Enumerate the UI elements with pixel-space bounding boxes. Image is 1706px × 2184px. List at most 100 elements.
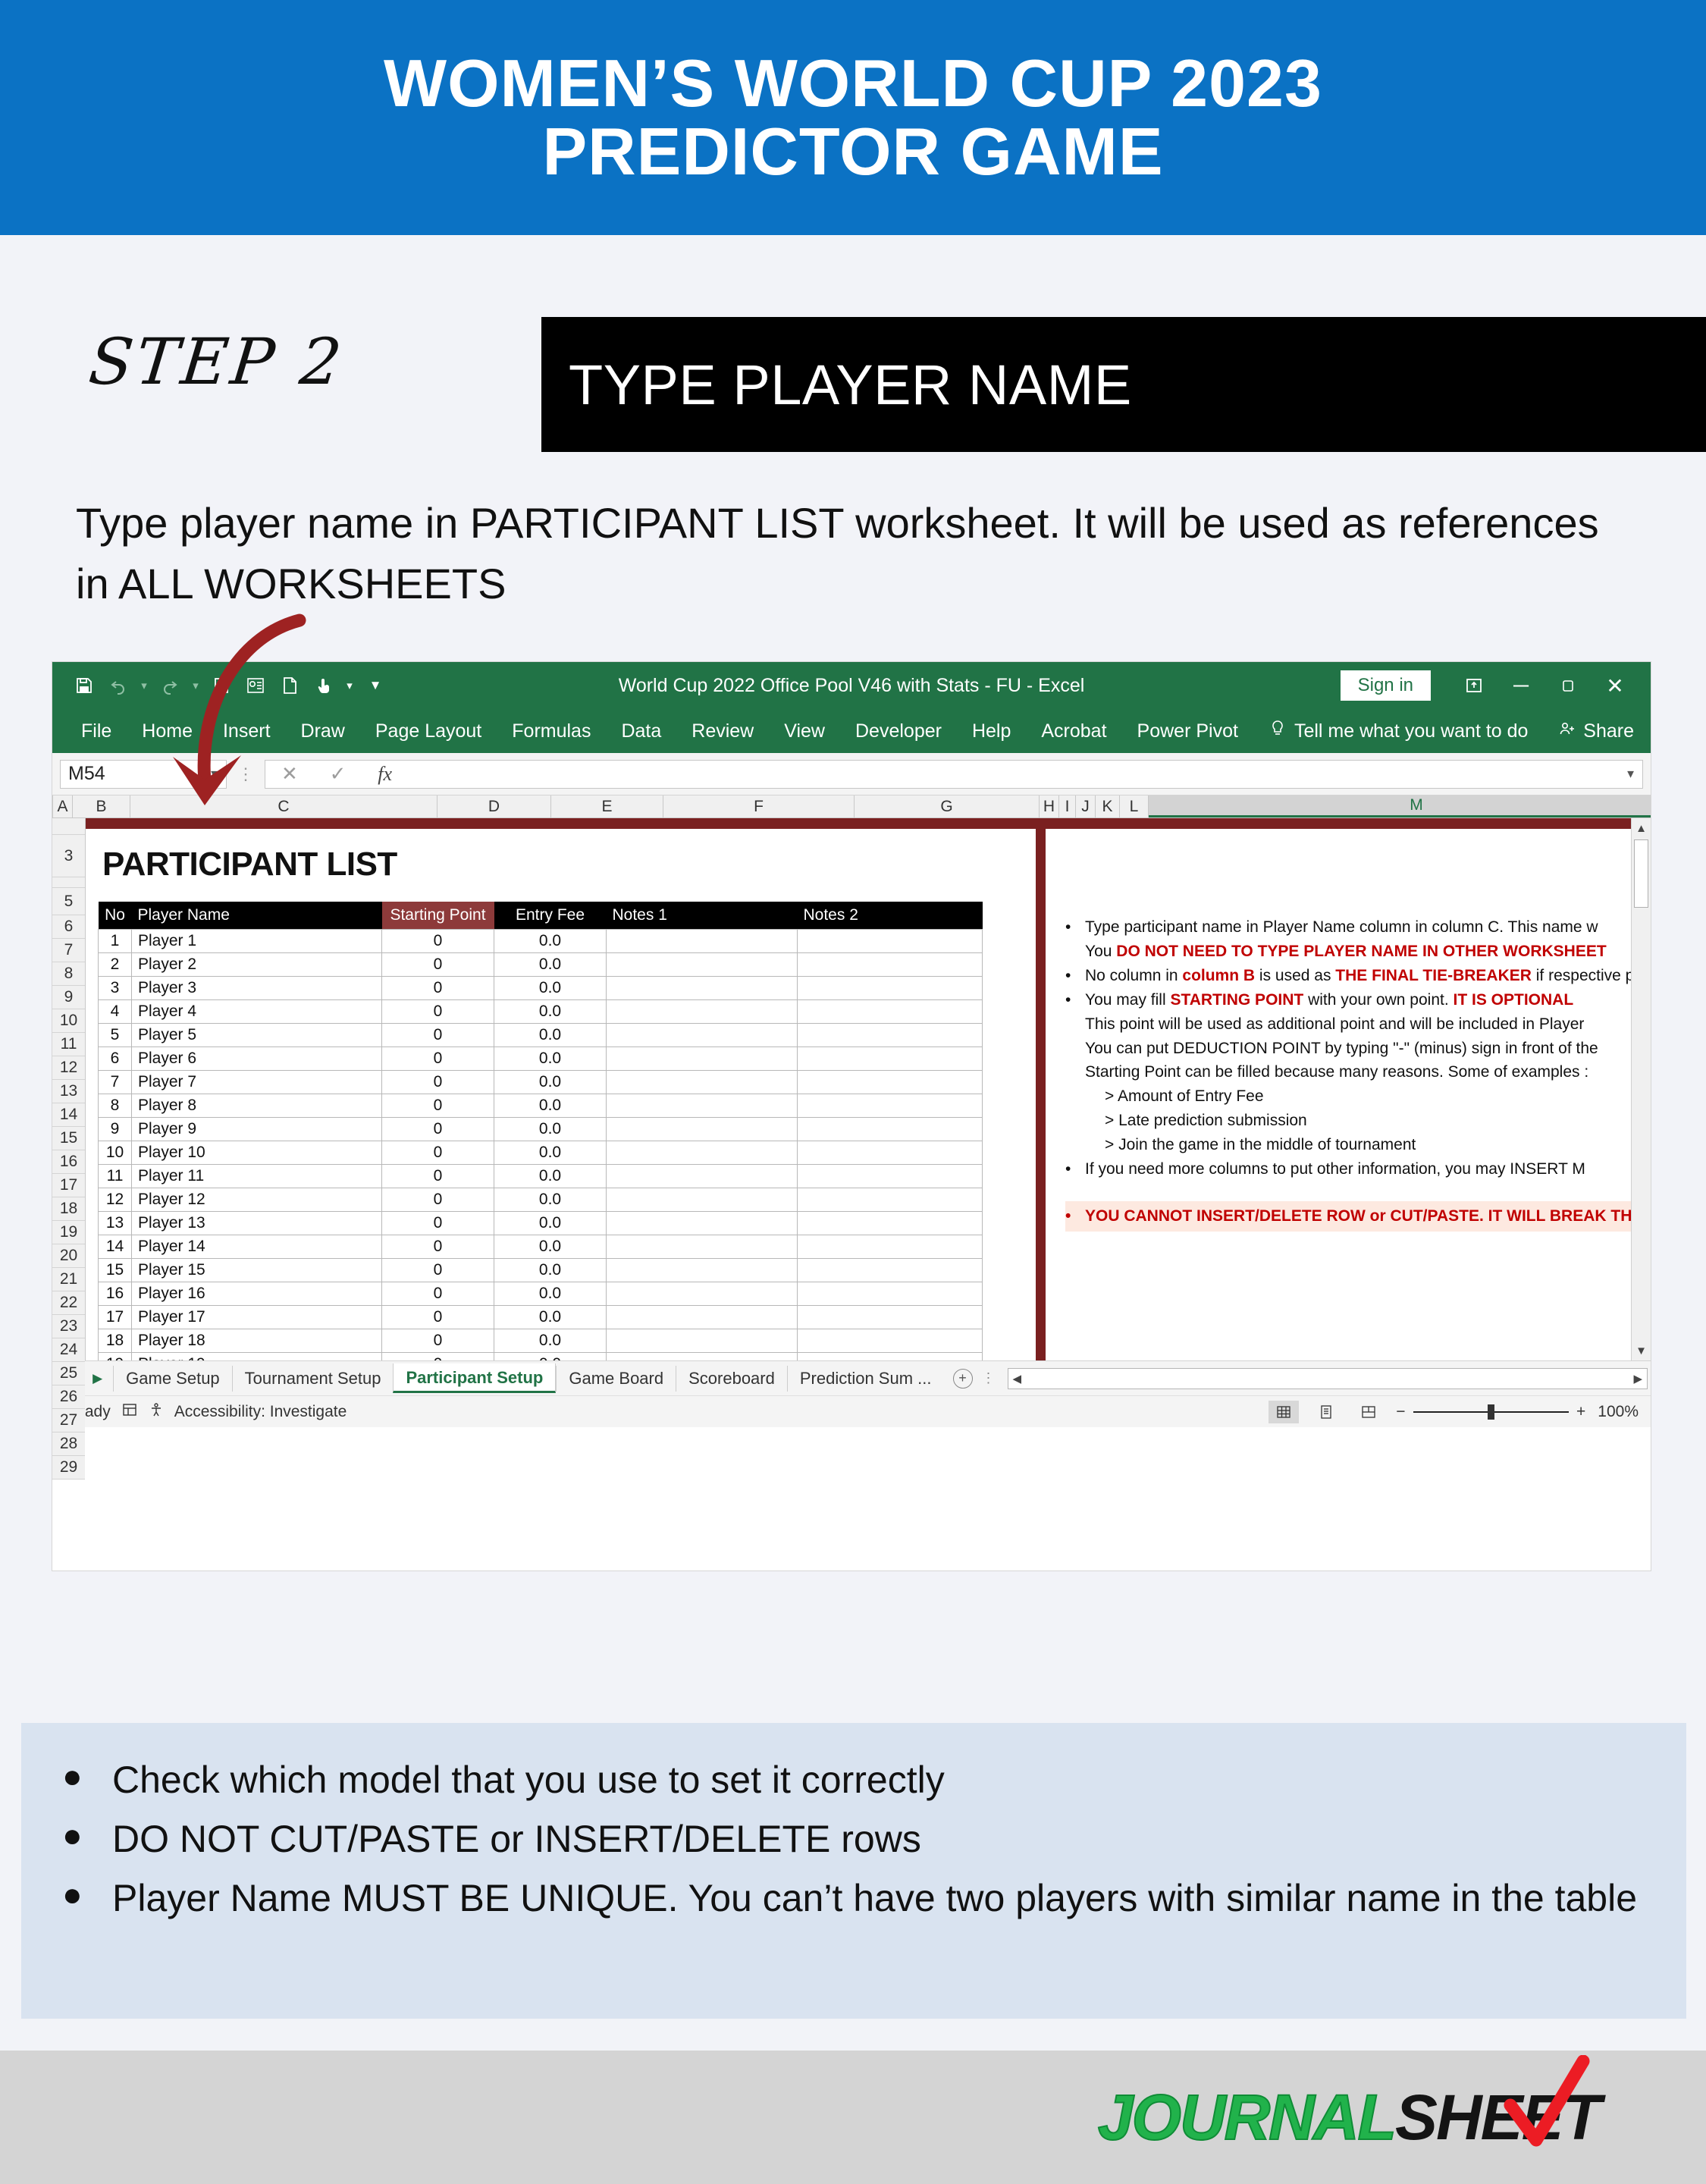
- cell-entry-fee[interactable]: 0.0: [494, 1305, 607, 1329]
- ribbon-tab-page-layout[interactable]: Page Layout: [360, 716, 497, 747]
- cell-starting-point[interactable]: 0: [381, 1141, 494, 1165]
- cell-notes-2[interactable]: [797, 1164, 983, 1188]
- cell-notes-1[interactable]: [606, 1117, 798, 1141]
- row-header-11[interactable]: 11: [52, 1033, 85, 1056]
- sheet-tab-menu-icon[interactable]: ⋮: [973, 1370, 1005, 1386]
- cell-player-name[interactable]: Player 6: [131, 1046, 382, 1071]
- hscroll-right-icon[interactable]: ▶: [1633, 1372, 1642, 1385]
- undo-icon[interactable]: [103, 670, 133, 701]
- touch-mode-icon[interactable]: [309, 670, 339, 701]
- row-header-6[interactable]: 6: [52, 915, 85, 939]
- row-header-7[interactable]: 7: [52, 939, 85, 962]
- cell-no[interactable]: 12: [98, 1188, 132, 1212]
- cancel-formula-icon[interactable]: ✕: [281, 762, 298, 786]
- zoom-level[interactable]: 100%: [1598, 1403, 1639, 1421]
- ribbon-tab-power-pivot[interactable]: Power Pivot: [1122, 716, 1253, 747]
- scroll-down-icon[interactable]: ▼: [1632, 1341, 1651, 1360]
- cell-entry-fee[interactable]: 0.0: [494, 1352, 607, 1360]
- cell-no[interactable]: 10: [98, 1141, 132, 1165]
- column-header-c[interactable]: C: [130, 795, 437, 817]
- table-row[interactable]: 15 Player 15 0 0.0: [98, 1258, 983, 1282]
- cell-player-name[interactable]: Player 3: [131, 976, 382, 1000]
- cell-entry-fee[interactable]: 0.0: [494, 952, 607, 977]
- column-header-g[interactable]: G: [855, 795, 1040, 817]
- ribbon-tab-draw[interactable]: Draw: [286, 716, 360, 747]
- cell-notes-1[interactable]: [606, 1023, 798, 1047]
- row-header-14[interactable]: 14: [52, 1103, 85, 1127]
- customize-qat-icon[interactable]: ▼: [360, 670, 390, 701]
- cell-player-name[interactable]: Player 4: [131, 999, 382, 1024]
- cell-notes-1[interactable]: [606, 1282, 798, 1306]
- row-header-25[interactable]: 25: [52, 1362, 85, 1385]
- cell-notes-2[interactable]: [797, 1282, 983, 1306]
- table-row[interactable]: 17 Player 17 0 0.0: [98, 1305, 983, 1329]
- cell-player-name[interactable]: Player 14: [131, 1235, 382, 1259]
- cell-notes-1[interactable]: [606, 1258, 798, 1282]
- name-box[interactable]: M54 ▼: [60, 759, 227, 789]
- cell-notes-1[interactable]: [606, 1305, 798, 1329]
- cell-no[interactable]: 14: [98, 1235, 132, 1259]
- redo-dropdown-icon[interactable]: ▾: [189, 670, 202, 701]
- column-header-e[interactable]: E: [551, 795, 663, 817]
- normal-view-icon[interactable]: [1269, 1400, 1300, 1423]
- cell-entry-fee[interactable]: 0.0: [494, 1117, 607, 1141]
- row-header-29[interactable]: 29: [52, 1456, 85, 1480]
- ribbon-tab-acrobat[interactable]: Acrobat: [1026, 716, 1121, 747]
- cell-entry-fee[interactable]: 0.0: [494, 1164, 607, 1188]
- sheet-content[interactable]: PARTICIPANT LIST No Player Name Starting…: [86, 818, 1651, 1360]
- page-break-preview-icon[interactable]: [1353, 1401, 1384, 1423]
- table-row[interactable]: 6 Player 6 0 0.0: [98, 1046, 983, 1071]
- cell-starting-point[interactable]: 0: [381, 1211, 494, 1235]
- cell-notes-1[interactable]: [606, 1329, 798, 1353]
- cell-starting-point[interactable]: 0: [381, 1023, 494, 1047]
- cell-entry-fee[interactable]: 0.0: [494, 1070, 607, 1094]
- cell-no[interactable]: 5: [98, 1023, 132, 1047]
- row-header-27[interactable]: 27: [52, 1409, 85, 1432]
- ribbon-tab-view[interactable]: View: [769, 716, 840, 747]
- cell-notes-2[interactable]: [797, 999, 983, 1024]
- column-header-i[interactable]: I: [1059, 795, 1076, 817]
- row-header-3[interactable]: 3: [52, 835, 85, 877]
- table-row[interactable]: 8 Player 8 0 0.0: [98, 1094, 983, 1118]
- cell-no[interactable]: 15: [98, 1258, 132, 1282]
- cell-notes-2[interactable]: [797, 1070, 983, 1094]
- cell-notes-1[interactable]: [606, 1211, 798, 1235]
- row-header-9[interactable]: 9: [52, 986, 85, 1009]
- cell-starting-point[interactable]: 0: [381, 1235, 494, 1259]
- cell-no[interactable]: 7: [98, 1070, 132, 1094]
- table-row[interactable]: 5 Player 5 0 0.0: [98, 1023, 983, 1047]
- cell-entry-fee[interactable]: 0.0: [494, 1258, 607, 1282]
- cell-starting-point[interactable]: 0: [381, 1188, 494, 1212]
- ribbon-tab-home[interactable]: Home: [127, 716, 208, 747]
- cell-notes-1[interactable]: [606, 1094, 798, 1118]
- zoom-track[interactable]: [1413, 1404, 1570, 1420]
- cell-notes-2[interactable]: [797, 1329, 983, 1353]
- row-header-19[interactable]: 19: [52, 1221, 85, 1244]
- column-header-h[interactable]: H: [1040, 795, 1059, 817]
- row-header-8[interactable]: 8: [52, 962, 85, 986]
- cell-notes-2[interactable]: [797, 1305, 983, 1329]
- cell-no[interactable]: 9: [98, 1117, 132, 1141]
- column-header-d[interactable]: D: [437, 795, 551, 817]
- row-header-16[interactable]: 16: [52, 1150, 85, 1174]
- column-header-b[interactable]: B: [73, 795, 130, 817]
- undo-dropdown-icon[interactable]: ▾: [137, 670, 151, 701]
- cell-entry-fee[interactable]: 0.0: [494, 976, 607, 1000]
- table-row[interactable]: 13 Player 13 0 0.0: [98, 1211, 983, 1235]
- cell-starting-point[interactable]: 0: [381, 1117, 494, 1141]
- cell-entry-fee[interactable]: 0.0: [494, 1046, 607, 1071]
- cell-starting-point[interactable]: 0: [381, 1352, 494, 1360]
- cell-entry-fee[interactable]: 0.0: [494, 1329, 607, 1353]
- cell-starting-point[interactable]: 0: [381, 1258, 494, 1282]
- cell-notes-1[interactable]: [606, 1352, 798, 1360]
- cell-starting-point[interactable]: 0: [381, 952, 494, 977]
- sheet-tab-prediction-sum[interactable]: Prediction Sum ...: [786, 1365, 944, 1392]
- properties-icon[interactable]: [240, 670, 271, 701]
- cell-notes-2[interactable]: [797, 1046, 983, 1071]
- cell-starting-point[interactable]: 0: [381, 929, 494, 953]
- cell-entry-fee[interactable]: 0.0: [494, 929, 607, 953]
- table-row[interactable]: 12 Player 12 0 0.0: [98, 1188, 983, 1212]
- column-header-a[interactable]: A: [53, 795, 73, 817]
- print-preview-icon[interactable]: [206, 670, 237, 701]
- cell-no[interactable]: 4: [98, 999, 132, 1024]
